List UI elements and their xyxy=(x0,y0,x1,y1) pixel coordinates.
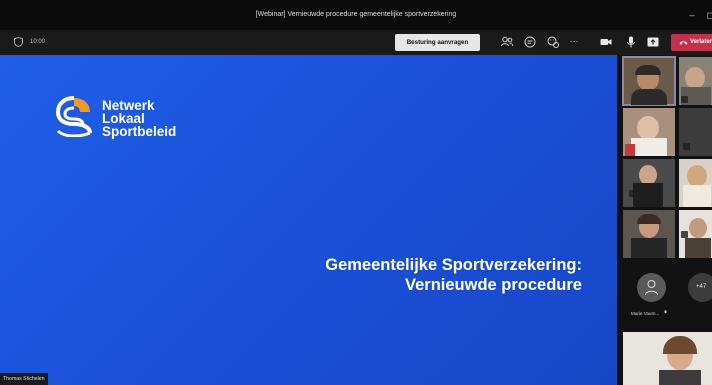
participant-avatar[interactable] xyxy=(637,273,666,302)
participant-video-tile[interactable] xyxy=(623,159,675,207)
minimize-button[interactable]: – xyxy=(682,0,702,30)
participant-video-tile[interactable] xyxy=(679,159,712,207)
phone-hangup-icon xyxy=(679,41,688,45)
slide-title-line-2: Vernieuwde procedure xyxy=(405,276,582,294)
muted-mic-icon xyxy=(683,143,690,150)
participant-name-text: Marie Vaum... xyxy=(631,311,660,316)
reactions-icon[interactable] xyxy=(546,35,560,49)
slide-title-line-1: Gemeentelijke Sportverzekering: xyxy=(325,256,582,274)
shared-presentation-slide: Netwerk Lokaal Sportbeleid Gemeentelijke… xyxy=(0,55,617,385)
mic-icon[interactable] xyxy=(624,35,638,49)
logo-line-3: Sportbeleid xyxy=(102,124,177,139)
window-titlebar: [Webinar] Vernieuwde procedure gemeentel… xyxy=(0,0,712,30)
request-control-button[interactable]: Besturing aanvragen xyxy=(395,34,480,51)
logo-wordmark: Netwerk Lokaal Sportbeleid xyxy=(102,99,177,139)
participant-video-tile[interactable] xyxy=(679,210,712,258)
leave-label: Verlaten xyxy=(690,39,712,45)
meeting-timer: 10:00 xyxy=(30,39,46,45)
participant-video-tile[interactable] xyxy=(679,57,712,105)
muted-mic-icon xyxy=(681,96,688,103)
shield-icon xyxy=(14,37,23,47)
participant-video-tile[interactable] xyxy=(623,332,712,385)
share-icon[interactable] xyxy=(646,35,660,49)
participant-video-tile[interactable] xyxy=(623,108,675,156)
more-icon[interactable]: ··· xyxy=(567,35,581,49)
person-icon xyxy=(645,280,658,296)
people-icon[interactable] xyxy=(500,35,514,49)
chat-icon[interactable] xyxy=(523,35,537,49)
participant-video-tile[interactable] xyxy=(622,56,676,106)
mic-off-icon xyxy=(664,310,667,314)
meeting-toolbar: 10:00 Besturing aanvragen ··· Verlaten xyxy=(0,30,712,55)
muted-mic-icon xyxy=(629,190,636,197)
more-participants-button[interactable]: +47 xyxy=(688,273,712,302)
presenter-name-label: Thomas Stichelen xyxy=(0,373,48,385)
participant-video-tile[interactable] xyxy=(679,108,712,156)
maximize-button[interactable]: ◻ xyxy=(700,0,712,30)
slide-title: Gemeentelijke Sportverzekering: Vernieuw… xyxy=(232,255,582,295)
leave-button[interactable]: Verlaten xyxy=(671,34,712,51)
netwerk-logo-icon xyxy=(55,96,92,137)
participant-name: Marie Vaum... xyxy=(631,310,668,316)
participant-video-tile[interactable] xyxy=(623,210,675,258)
muted-mic-icon xyxy=(681,231,688,238)
camera-icon[interactable] xyxy=(599,35,613,49)
window-title: [Webinar] Vernieuwde procedure gemeentel… xyxy=(255,11,457,18)
